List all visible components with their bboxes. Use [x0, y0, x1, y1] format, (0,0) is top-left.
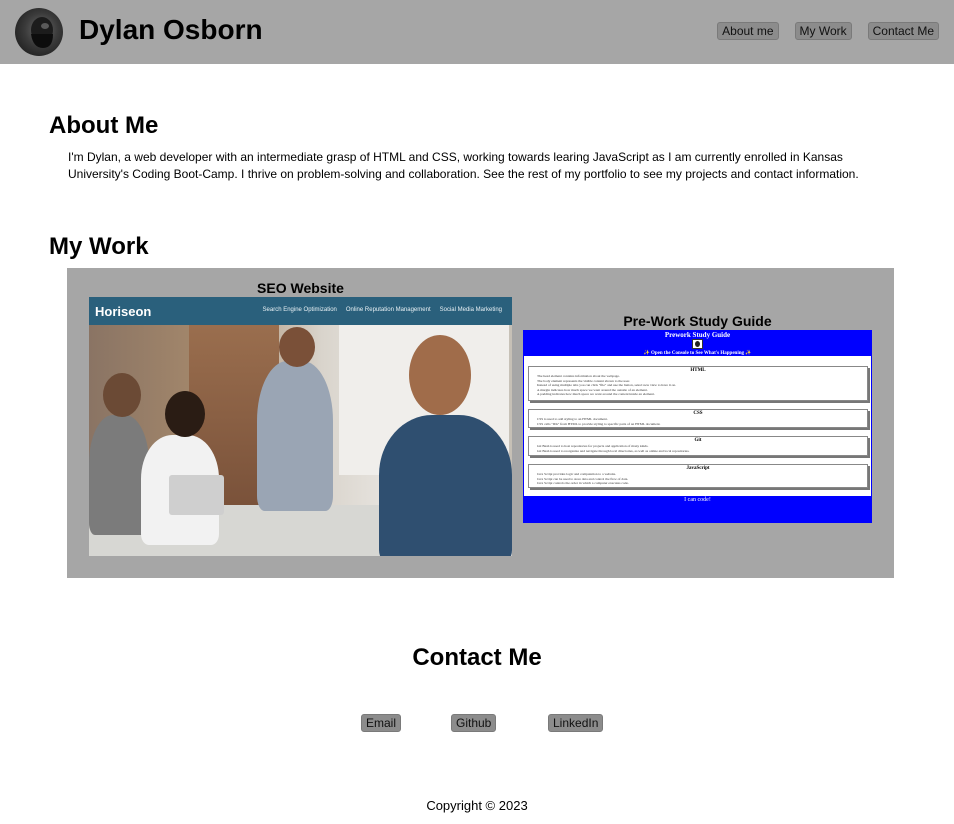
- prework-card-title: JavaScript: [686, 466, 710, 471]
- photo-person: [257, 361, 333, 511]
- nav-contact-button[interactable]: Contact Me: [867, 22, 939, 40]
- seo-preview-photo: [89, 325, 512, 556]
- prework-card-title: Git: [694, 438, 702, 443]
- prework-card-javascript: JavaScript Java Script provides logic an…: [528, 464, 868, 488]
- prework-card-line: A padding indicates how much space we wa…: [537, 392, 655, 396]
- site-title: Dylan Osborn: [79, 14, 263, 45]
- seo-preview-nav: Search Engine Optimization Online Reputa…: [263, 307, 502, 313]
- prework-card-css: CSS CSS is used to add styling to an HTM…: [528, 409, 868, 428]
- project-title-prework: Pre-Work Study Guide: [623, 313, 772, 329]
- prework-preview-content: HTML The head element contains informati…: [524, 356, 871, 496]
- seo-preview-nav-item: Social Media Marketing: [439, 307, 502, 313]
- project-title-seo: SEO Website: [257, 280, 344, 296]
- project-image-seo[interactable]: Horiseon Search Engine Optimization Onli…: [89, 297, 512, 556]
- seo-preview-navbar: Horiseon Search Engine Optimization Onli…: [89, 297, 512, 325]
- photo-head: [165, 391, 205, 437]
- linkedin-link-button[interactable]: LinkedIn: [548, 714, 604, 732]
- copyright-text: Copyright © 2023: [426, 798, 528, 813]
- seo-preview-logo: Horiseon: [95, 304, 152, 319]
- prework-card-line: Java Script controls the order in which …: [537, 481, 629, 485]
- work-heading: My Work: [49, 233, 149, 260]
- about-heading: About Me: [49, 112, 159, 139]
- nav-work-button[interactable]: My Work: [794, 22, 852, 40]
- photo-head: [279, 327, 315, 367]
- prework-card-line: Git Bash is used to reorganize and navig…: [537, 448, 690, 453]
- prework-card-html: HTML The head element contains informati…: [528, 366, 868, 401]
- photo-head: [103, 373, 141, 417]
- site-header: Dylan Osborn About me My Work Contact Me: [0, 0, 954, 64]
- about-text: I'm Dylan, a web developer with an inter…: [68, 150, 859, 181]
- prework-preview-title: Prework Study Guide: [664, 331, 731, 339]
- contact-heading: Contact Me: [412, 644, 542, 671]
- avatar: [15, 8, 63, 56]
- profile-silhouette-icon: [31, 17, 53, 48]
- photo-person: [89, 415, 149, 535]
- github-link-button[interactable]: Github: [451, 714, 497, 732]
- photo-laptop: [169, 475, 224, 515]
- prework-card-line: CSS calls "IDs" from HTML to provide sty…: [537, 421, 661, 426]
- seo-preview-nav-item: Search Engine Optimization: [262, 307, 337, 313]
- photo-person: [379, 415, 512, 556]
- nav-about-button[interactable]: About me: [717, 22, 779, 40]
- work-gallery: SEO Website Horiseon Search Engine Optim…: [67, 268, 894, 578]
- seo-preview-nav-item: Online Reputation Management: [345, 307, 431, 313]
- email-link-button[interactable]: Email: [361, 714, 402, 732]
- prework-card-title: CSS: [693, 411, 703, 416]
- photo-head: [409, 335, 471, 415]
- prework-card-git: Git Git Bash is used to host repositorie…: [528, 436, 868, 456]
- prework-preview-image-icon: [692, 339, 703, 349]
- project-image-prework[interactable]: Prework Study Guide ✨ Open the Console t…: [523, 330, 872, 523]
- prework-preview-footer: I can code!: [684, 497, 711, 503]
- main-nav: About me My Work Contact Me: [717, 22, 939, 40]
- prework-card-title: HTML: [690, 368, 706, 373]
